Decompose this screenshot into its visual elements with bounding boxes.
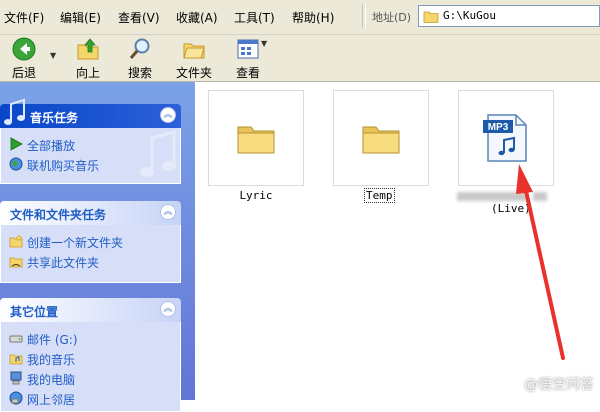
folder-icon [237,126,275,154]
network-icon [9,391,23,405]
other-places-body: 邮件 (G:) 我的音乐 我的电脑 网上邻居 [0,322,181,412]
menu-help[interactable]: 帮助(H) [292,9,334,26]
buy-music-online-label[interactable]: 联机购买音乐 [27,157,99,174]
other-places-header[interactable]: 其它位置 ︽ [0,298,181,322]
mp3-badge-text: MP3 [488,122,509,133]
search-icon [129,38,150,59]
folder-item-temp[interactable] [333,90,429,186]
folder-up-icon [77,38,99,60]
search-button[interactable]: 搜索 [116,37,164,80]
file-folder-tasks-title: 文件和文件夹任务 [10,208,107,222]
menu-bar: 文件(F) 编辑(E) 查看(V) 收藏(A) 工具(T) 帮助(H) 地址(D… [0,0,600,35]
address-separator [362,4,366,28]
music-tasks-title: 音乐任务 [30,111,79,125]
task-pane: 音乐任务 ︽ 全部播放 联机购买音乐 文件和文件夹任务 ︽ 创建一个新文件夹 共… [0,82,195,412]
music-tasks-header[interactable]: 音乐任务 ︽ [0,98,181,128]
folder-label-temp[interactable]: Temp [364,188,395,203]
back-button[interactable]: 后退 [0,37,48,80]
menu-file[interactable]: 文件(F) [4,9,44,26]
folder-label-lyric[interactable]: Lyric [233,189,279,202]
folders-label: 文件夹 [175,66,212,80]
blurred-filename-end [533,192,547,201]
mp3-file-icon: MP3 [483,114,527,162]
views-icon [237,39,259,59]
share-folder-label[interactable]: 共享此文件夹 [27,254,99,271]
file-folder-tasks-panel: 文件和文件夹任务 ︽ 创建一个新文件夹 共享此文件夹 [0,201,181,283]
address-input[interactable]: G:\KuGou [443,9,496,22]
new-folder-label[interactable]: 创建一个新文件夹 [27,234,123,251]
play-all-label[interactable]: 全部播放 [27,137,75,154]
back-label: 后退 [11,66,36,80]
up-label: 向上 [75,66,100,80]
watermark: @悟空问答 [524,377,594,393]
toolbar: 后退 ▼ 向上 搜索 文件夹 查看 ▼ [0,35,600,82]
globe-icon [9,157,23,171]
collapse-icon[interactable]: ︽ [160,301,176,317]
back-dropdown-icon[interactable]: ▼ [50,51,56,60]
music-note-watermark-icon [140,130,176,177]
music-tasks-body: 全部播放 联机购买音乐 [0,128,181,184]
my-computer-label[interactable]: 我的电脑 [27,371,75,388]
new-folder-icon [9,234,23,248]
address-label: 地址(D) [372,11,412,24]
temp-label-text: Temp [364,188,395,203]
search-label: 搜索 [127,66,152,80]
blurred-filename [457,192,527,201]
folder-item-lyric[interactable] [208,90,304,186]
drive-g-label[interactable]: 邮件 (G:) [27,331,78,348]
mp3-file-item[interactable]: MP3 [458,90,554,186]
menu-view[interactable]: 查看(V) [118,9,160,26]
menu-tools[interactable]: 工具(T) [234,9,275,26]
mp3-file-label[interactable]: (Live) [491,202,531,215]
menu-favorites[interactable]: 收藏(A) [176,9,218,26]
file-folder-tasks-body: 创建一个新文件夹 共享此文件夹 [0,225,181,283]
folder-icon [423,11,439,23]
play-icon [10,137,23,151]
views-label: 查看 [235,66,260,80]
other-places-panel: 其它位置 ︽ 邮件 (G:) 我的音乐 我的电脑 网上邻居 [0,298,181,412]
other-places-title: 其它位置 [10,305,59,319]
my-music-label[interactable]: 我的音乐 [27,351,75,368]
folders-button[interactable]: 文件夹 [170,37,218,80]
collapse-icon[interactable]: ︽ [160,107,176,123]
share-folder-icon [9,257,23,268]
back-arrow-icon [12,37,36,61]
file-folder-tasks-header[interactable]: 文件和文件夹任务 ︽ [0,201,181,225]
views-dropdown-icon[interactable]: ▼ [261,39,267,48]
music-note-icon [4,98,25,125]
folder-icon [362,126,400,154]
file-list: Lyric Temp MP3 (Live) [195,82,600,400]
drive-icon [9,335,23,343]
address-bar[interactable]: G:\KuGou [418,5,600,27]
music-folder-icon [9,354,23,365]
menu-edit[interactable]: 编辑(E) [60,9,101,26]
up-button[interactable]: 向上 [64,37,112,80]
folders-icon [183,43,205,59]
music-tasks-panel: 音乐任务 ︽ 全部播放 联机购买音乐 [0,98,181,184]
collapse-icon[interactable]: ︽ [160,204,176,220]
computer-icon [10,371,22,385]
